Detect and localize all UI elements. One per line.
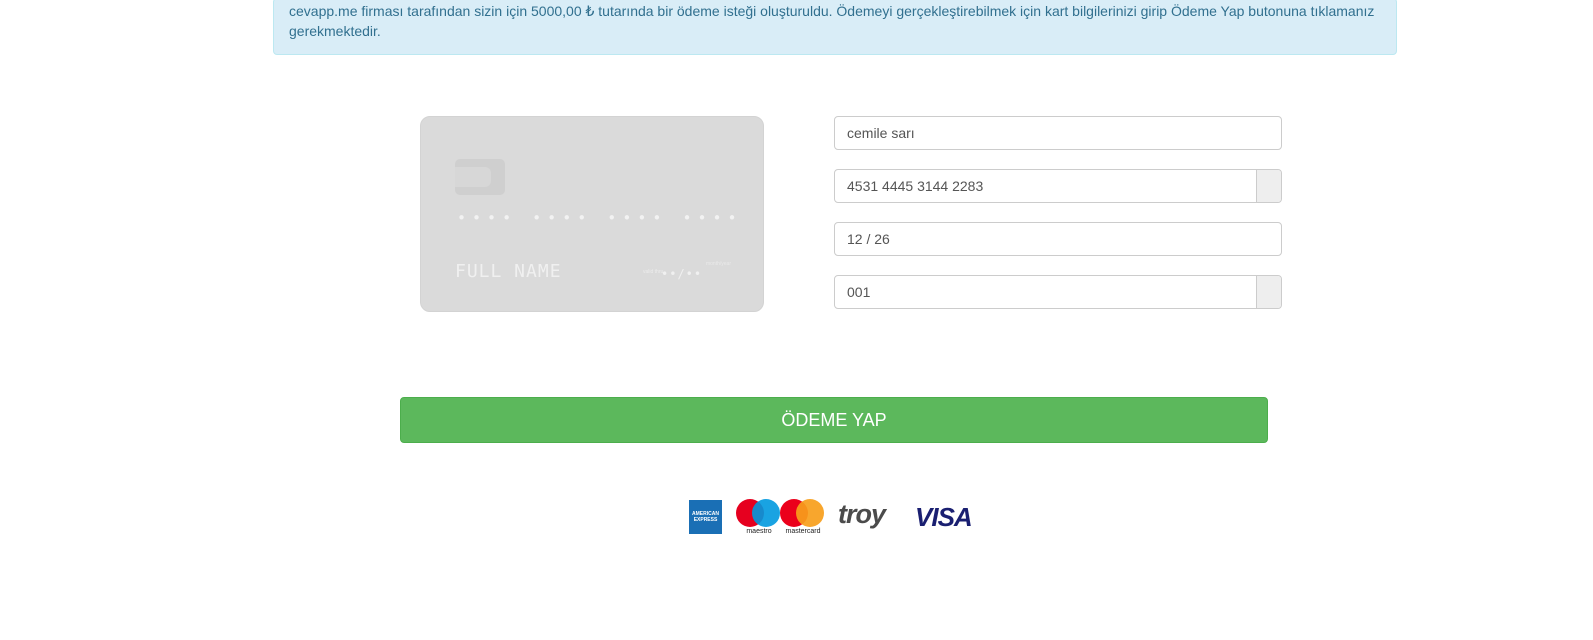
payment-info-alert: cevapp.me firması tarafından sizin için …: [273, 0, 1397, 55]
cvc-field: [834, 275, 1282, 309]
visa-logo-text: VISA: [915, 502, 973, 532]
card-number-input[interactable]: [835, 170, 1256, 202]
card-number-addon: [1256, 170, 1281, 202]
cardholder-name-field: [834, 116, 1282, 150]
card-preview-number: •••• •••• •••• ••••: [457, 209, 743, 227]
expiry-field: [834, 222, 1282, 256]
amex-logo-text: AMERICAN EXPRESS: [692, 511, 719, 523]
visa-logo-icon: VISA: [915, 502, 973, 533]
pay-button[interactable]: ÖDEME YAP: [400, 397, 1268, 443]
payment-logos: AMERICAN EXPRESS maestro mastercard troy…: [0, 497, 1593, 537]
troy-logo-icon: troy: [838, 499, 900, 533]
amex-logo-icon: AMERICAN EXPRESS: [689, 500, 722, 534]
expiry-input[interactable]: [835, 223, 1281, 255]
mastercard-logo-icon: mastercard: [780, 499, 826, 537]
mastercard-logo-text: mastercard: [785, 528, 821, 535]
maestro-logo-text: maestro: [746, 528, 772, 535]
card-preview-name: FULL NAME: [455, 261, 562, 282]
troy-logo-text: troy: [838, 499, 886, 529]
cvc-addon: [1256, 276, 1281, 308]
maestro-logo-icon: maestro: [736, 499, 782, 537]
card-preview-expiry: ••/••: [661, 267, 703, 281]
alert-text: cevapp.me firması tarafından sizin için …: [289, 3, 1375, 39]
card-chip-icon: [455, 159, 505, 195]
cvc-input[interactable]: [835, 276, 1256, 308]
card-preview: •••• •••• •••• •••• FULL NAME month/year…: [420, 116, 764, 312]
cardholder-name-input[interactable]: [835, 117, 1281, 149]
card-number-field: [834, 169, 1282, 203]
